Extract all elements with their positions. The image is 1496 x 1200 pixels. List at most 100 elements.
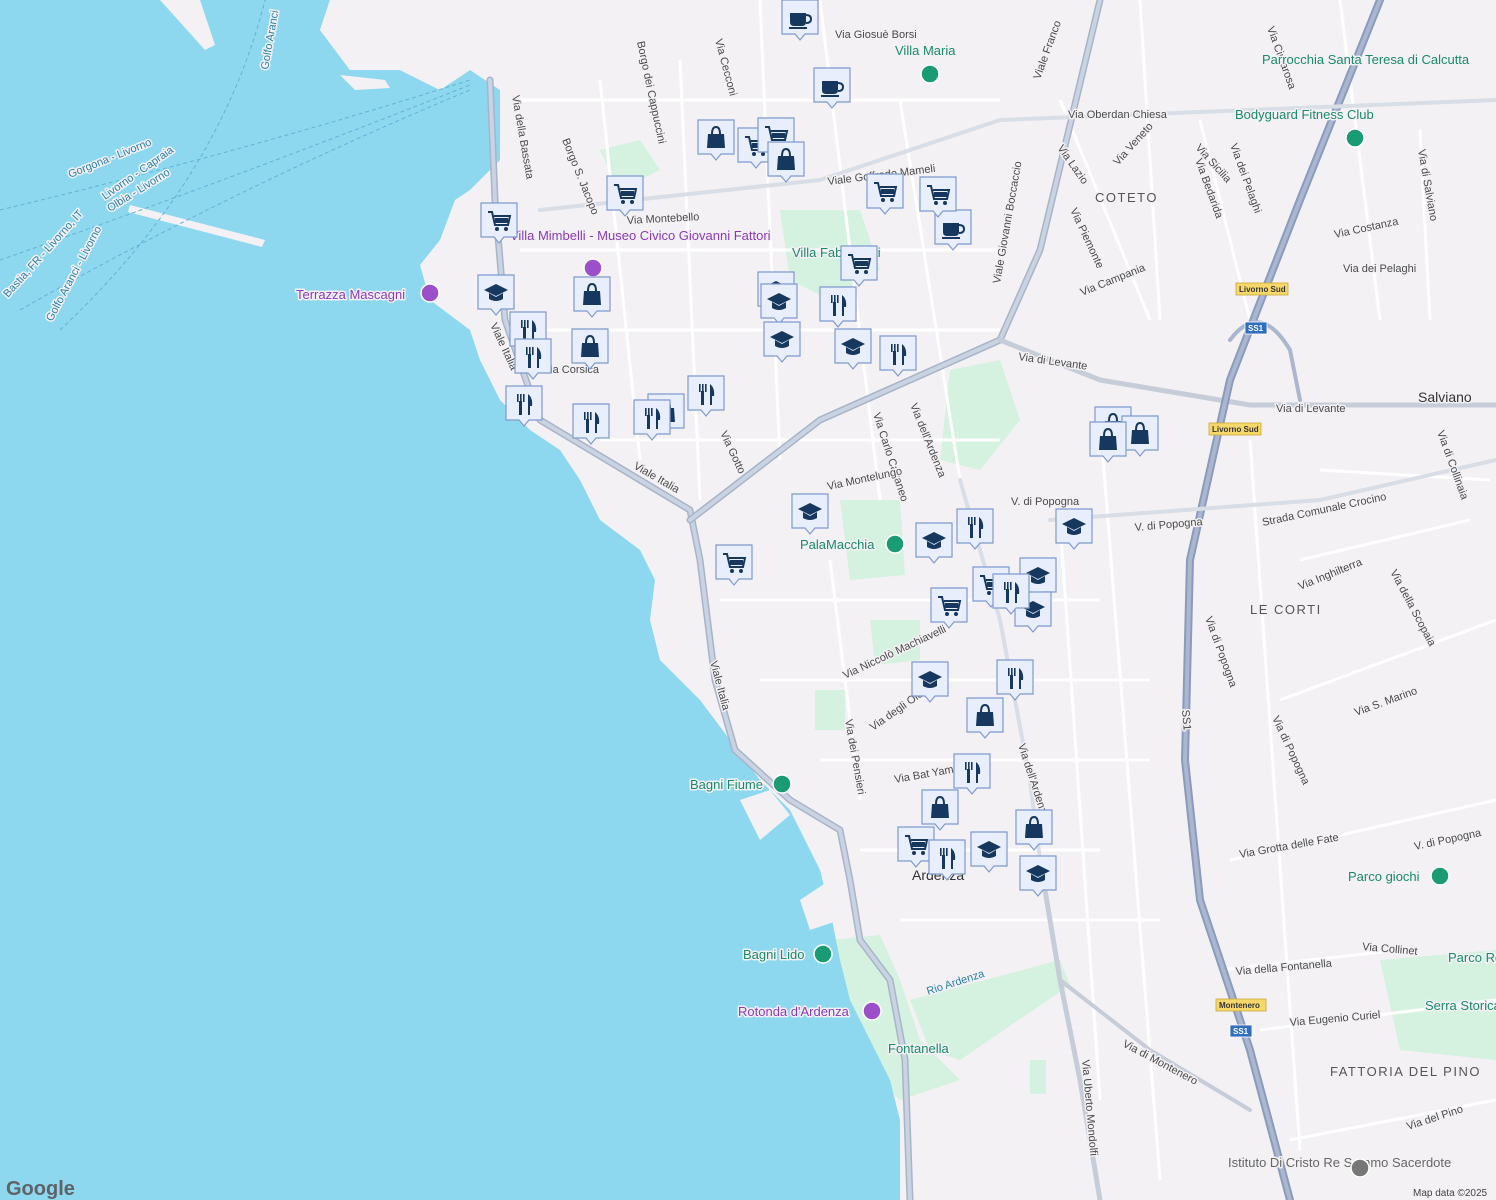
label-street: Via di Levante [1276,403,1346,415]
svg-text:Montenero: Montenero [1219,1001,1260,1010]
svg-text:Parrocchia Santa Teresa di Cal: Parrocchia Santa Teresa di Calcutta [1262,52,1470,67]
map-marker-bag[interactable] [697,119,735,161]
svg-text:Livorno Sud: Livorno Sud [1212,425,1259,434]
map-marker-bag[interactable] [1089,421,1127,463]
map-marker-school[interactable] [970,831,1008,873]
svg-text:SS1: SS1 [1233,1027,1249,1036]
map-marker-bag[interactable] [921,789,959,831]
map-marker-restaurant[interactable] [514,338,552,380]
district-label: Salviano [1418,389,1472,405]
map-marker-cart[interactable] [715,544,753,586]
poi-bagni-fiume[interactable]: Bagni Fiume [689,774,792,794]
label-park: Villa Maria [895,43,956,58]
poi-label: Fontanella [888,1041,949,1056]
marker-pin [514,338,552,380]
map-marker-restaurant[interactable] [633,399,671,441]
svg-text:Via dei Pelaghi: Via dei Pelaghi [1343,263,1416,275]
poi-label: Serra Storica Villa Mauro [1425,998,1496,1013]
map-marker-restaurant[interactable] [928,839,966,881]
map-marker-school[interactable] [915,522,953,564]
poi-label: Parco giochi [1348,869,1420,884]
svg-text:Livorno Sud: Livorno Sud [1239,285,1286,294]
map-marker-school[interactable] [763,321,801,363]
marker-pin [505,385,543,427]
museum-icon [583,258,603,278]
map-marker-restaurant[interactable] [992,573,1030,615]
beach-icon [813,944,833,964]
svg-text:Bodyguard Fitness Club: Bodyguard Fitness Club [1235,107,1374,122]
marker-pin [992,573,1030,615]
map-marker-cart[interactable] [866,173,904,215]
beach-icon [772,774,792,794]
park-icon [1430,866,1450,886]
svg-text:Bagni Fiume: Bagni Fiume [690,777,763,792]
poi-parco-giochi[interactable]: Parco giochi [1347,866,1450,886]
shield-label: SS1 [1248,324,1264,333]
map-marker-bag[interactable] [1015,809,1053,851]
map-marker-coffee[interactable] [781,0,819,41]
map-marker-restaurant[interactable] [505,385,543,427]
label-street: SS1 [1179,709,1193,731]
marker-pin [928,839,966,881]
church-icon [1350,1158,1370,1178]
map-marker-coffee[interactable] [813,67,851,109]
poi-label: Bagni Lido [743,947,804,962]
map-marker-school[interactable] [477,274,515,316]
map-marker-cart[interactable] [606,175,644,217]
attribution-text: Map data ©2025 [1413,1188,1488,1199]
map-marker-cart[interactable] [919,176,957,218]
map-marker-restaurant[interactable] [819,286,857,328]
svg-text:SS1: SS1 [1179,709,1193,731]
map-marker-restaurant[interactable] [956,508,994,550]
map-marker-bag[interactable] [571,328,609,370]
district-label: FATTORIA DEL PINO [1330,1064,1481,1079]
poi-palamacchia[interactable]: PalaMacchia [799,534,905,554]
svg-text:Terrazza Mascagni: Terrazza Mascagni [296,287,405,302]
svg-text:Bagni Lido: Bagni Lido [743,947,804,962]
map-marker-cart[interactable] [930,587,968,629]
map-marker-school[interactable] [1055,508,1093,550]
map-marker-school[interactable] [834,328,872,370]
marker-pin [572,403,610,445]
map-marker-school[interactable] [1019,855,1057,897]
poi-label: Istituto Di Cristo Re Sommo Sacerdote [1228,1155,1451,1170]
poi-label: Villa Mimbelli - Museo Civico Giovanni F… [510,228,771,243]
map-marker-cart[interactable] [480,202,518,244]
map-marker-bag[interactable] [966,697,1004,739]
map-marker-cart[interactable] [840,245,878,287]
map-marker-school[interactable] [760,283,798,325]
attribution: Map data ©2025 [1413,1188,1488,1199]
shield-label: Montenero [1219,1001,1260,1010]
label-street: V. di Popogna [1011,496,1080,508]
svg-text:Via Oberdan Chiesa: Via Oberdan Chiesa [1068,109,1168,121]
svg-text:COTETO: COTETO [1095,190,1158,205]
label-street: Via Giosuè Borsi [835,29,917,41]
map-marker-bag[interactable] [1121,415,1159,457]
map-marker-restaurant[interactable] [953,753,991,795]
map-marker-restaurant[interactable] [687,375,725,417]
map-marker-bag[interactable] [573,276,611,318]
marker-pin [956,508,994,550]
map-marker-coffee[interactable] [934,209,972,251]
map-marker-restaurant[interactable] [572,403,610,445]
poi-label: Parrocchia Santa Teresa di Calcutta [1262,52,1470,67]
map-marker-restaurant[interactable] [879,335,917,377]
svg-text:PalaMacchia: PalaMacchia [800,537,875,552]
shield-label: Livorno Sud [1239,285,1286,294]
map-canvas[interactable]: Via Giosuè Borsi Villa Maria Viale Goffr… [0,0,1496,1200]
svg-text:V. di Popogna: V. di Popogna [1011,496,1080,508]
marker-pin [879,335,917,377]
svg-text:FATTORIA DEL PINO: FATTORIA DEL PINO [1330,1064,1481,1079]
map-marker-restaurant[interactable] [996,659,1034,701]
district-label: LE CORTI [1250,602,1322,617]
map-marker-school[interactable] [791,493,829,535]
map-marker-school[interactable] [911,661,949,703]
svg-text:Parco Rodocanacchi: Parco Rodocanacchi [1448,950,1496,965]
marker-pin [996,659,1034,701]
poi-label: Bagni Fiume [690,777,763,792]
poi-label: Terrazza Mascagni [296,287,405,302]
shield-label: SS1 [1233,1027,1249,1036]
map-marker-bag[interactable] [767,141,805,183]
viewpoint-icon [862,1001,882,1021]
poi-bagni-lido[interactable]: Bagni Lido [742,944,833,964]
